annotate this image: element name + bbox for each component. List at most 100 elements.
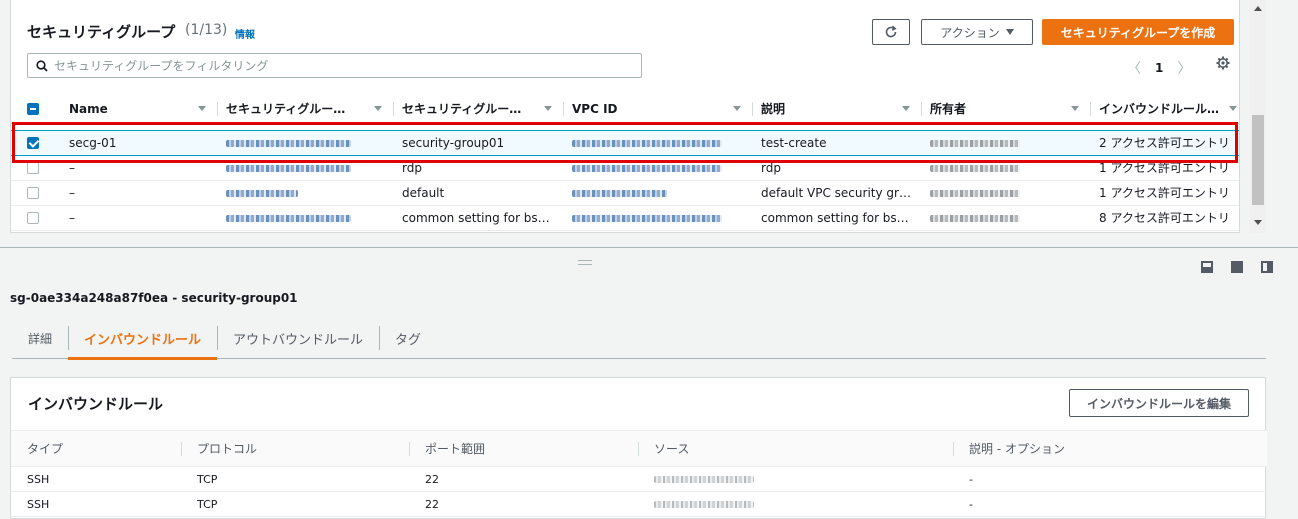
cell-description: common setting for bs… (753, 205, 922, 231)
row-checkbox[interactable] (11, 180, 61, 206)
redacted-source (654, 476, 754, 483)
redacted-source (654, 501, 754, 508)
create-security-group-button[interactable]: セキュリティグループを作成 (1042, 19, 1234, 45)
rule-description: - (953, 466, 1267, 492)
panel-splitter[interactable] (0, 247, 1298, 248)
search-input[interactable] (54, 58, 614, 73)
inbound-rules-panel: インバウンドルール インバウンドルールを編集 タイプ プロトコル ポート範囲 ソ… (10, 377, 1267, 519)
cell-name: – (61, 180, 218, 206)
cell-vpc-id[interactable] (564, 180, 753, 206)
edit-inbound-rules-button[interactable]: インバウンドルールを編集 (1069, 389, 1249, 417)
rule-source (638, 466, 953, 492)
rule-type: SSH (11, 466, 181, 492)
inbound-rules-title: インバウンドルール (28, 395, 164, 413)
tab-details[interactable]: 詳細 (12, 318, 68, 359)
cell-owner (922, 180, 1091, 206)
sort-icon (374, 106, 382, 111)
rules-header-protocol: プロトコル (181, 430, 409, 467)
cell-owner (922, 155, 1091, 181)
cell-inbound: 1 アクセス許可エントリ (1091, 155, 1239, 181)
table-row[interactable]: secg-01 security-group01 test-create 2 ア… (11, 129, 1239, 156)
cell-group-id[interactable] (218, 155, 394, 181)
cell-inbound: 8 アクセス許可エントリ (1091, 205, 1239, 231)
details-tabs: 詳細 インバウンドルール アウトバウンドルール タグ (12, 318, 1266, 360)
sort-icon (544, 106, 552, 111)
column-header-inbound[interactable]: インバウンドルール… (1091, 95, 1239, 124)
scroll-thumb[interactable] (1252, 115, 1264, 205)
cell-group-name: default (394, 180, 564, 206)
table-header-row: Name セキュリティグルー… セキュリティグルー… VPC ID 説明 所有者… (11, 95, 1239, 124)
tab-outbound-rules[interactable]: アウトバウンドルール (217, 318, 379, 359)
minus-checkbox-icon (27, 103, 39, 116)
checked-checkbox-icon (27, 137, 39, 149)
rule-protocol: TCP (181, 466, 409, 492)
cell-inbound: 2 アクセス許可エントリ (1091, 129, 1239, 156)
column-header-name[interactable]: Name (61, 95, 218, 124)
row-checkbox[interactable] (11, 129, 61, 156)
column-header-vpc-id[interactable]: VPC ID (564, 95, 753, 124)
rules-header-port: ポート範囲 (409, 430, 638, 467)
security-groups-panel: セキュリティグループ (1/13) 情報 アクション セキュリティグループを作成… (10, 0, 1240, 233)
cell-description: default VPC security gr… (753, 180, 922, 206)
select-all-checkbox[interactable] (11, 95, 61, 124)
split-full-icon[interactable] (1231, 261, 1243, 273)
redacted-owner (930, 164, 1020, 172)
row-checkbox[interactable] (11, 205, 61, 231)
refresh-button[interactable] (872, 19, 910, 45)
split-bottom-icon[interactable] (1201, 261, 1213, 273)
cell-group-id[interactable] (218, 180, 394, 206)
inbound-rules-table: タイプ プロトコル ポート範囲 ソース 説明 - オプション SSH TCP 2… (11, 430, 1267, 517)
sort-icon (1071, 106, 1079, 111)
cell-name: secg-01 (61, 129, 218, 156)
table-row[interactable]: – common setting for bs… common setting … (11, 205, 1239, 231)
redacted-vpc-id (572, 214, 722, 222)
cell-group-name: security-group01 (394, 129, 564, 156)
panel-title: セキュリティグループ (27, 23, 176, 41)
checkbox-icon (27, 162, 39, 174)
rule-port: 22 (409, 466, 638, 492)
current-page[interactable]: 1 (1155, 61, 1163, 75)
drag-handle-icon[interactable] (578, 260, 592, 265)
rules-header-source: ソース (638, 430, 953, 467)
table-row[interactable]: – rdp rdp 1 アクセス許可エントリ (11, 155, 1239, 181)
redacted-group-id (226, 189, 298, 197)
sort-icon (902, 106, 910, 111)
actions-dropdown[interactable]: アクション (921, 19, 1033, 45)
column-header-group-name[interactable]: セキュリティグルー… (394, 95, 564, 124)
cell-vpc-id[interactable] (564, 129, 753, 156)
redacted-owner (930, 214, 1020, 222)
cell-description: rdp (753, 155, 922, 181)
prev-page-icon[interactable]: 〈 (1127, 58, 1141, 78)
cell-group-id[interactable] (218, 129, 394, 156)
scroll-down-icon[interactable] (1254, 220, 1262, 225)
checkbox-icon (27, 187, 39, 199)
tab-inbound-rules[interactable]: インバウンドルール (68, 318, 218, 360)
gear-icon[interactable] (1216, 56, 1230, 70)
info-link[interactable]: 情報 (235, 26, 255, 41)
cell-owner (922, 205, 1091, 231)
cell-vpc-id[interactable] (564, 155, 753, 181)
table-row[interactable]: – default default VPC security gr… 1 アクセ… (11, 180, 1239, 206)
table-scrollbar[interactable] (1250, 0, 1266, 233)
rules-row: SSH TCP 22 - (11, 491, 1267, 517)
pagination: 〈 1 〉 (1127, 58, 1191, 78)
rule-description: - (953, 491, 1267, 517)
column-header-description[interactable]: 説明 (753, 95, 922, 124)
rules-header-description: 説明 - オプション (953, 430, 1267, 467)
scroll-up-icon[interactable] (1254, 6, 1262, 11)
redacted-vpc-id (572, 164, 722, 172)
rules-header-type: タイプ (11, 430, 181, 467)
cell-group-id[interactable] (218, 205, 394, 231)
split-side-icon[interactable] (1261, 261, 1273, 273)
cell-vpc-id[interactable] (564, 205, 753, 231)
next-page-icon[interactable]: 〉 (1177, 58, 1191, 78)
rule-source (638, 491, 953, 517)
column-header-owner[interactable]: 所有者 (922, 95, 1091, 124)
cell-inbound: 1 アクセス許可エントリ (1091, 180, 1239, 206)
security-groups-table: Name セキュリティグルー… セキュリティグルー… VPC ID 説明 所有者… (11, 95, 1239, 231)
row-checkbox[interactable] (11, 155, 61, 181)
redacted-owner (930, 189, 1020, 197)
column-header-group-id[interactable]: セキュリティグルー… (218, 95, 394, 124)
tab-tags[interactable]: タグ (379, 318, 437, 359)
search-filter[interactable] (27, 53, 642, 78)
